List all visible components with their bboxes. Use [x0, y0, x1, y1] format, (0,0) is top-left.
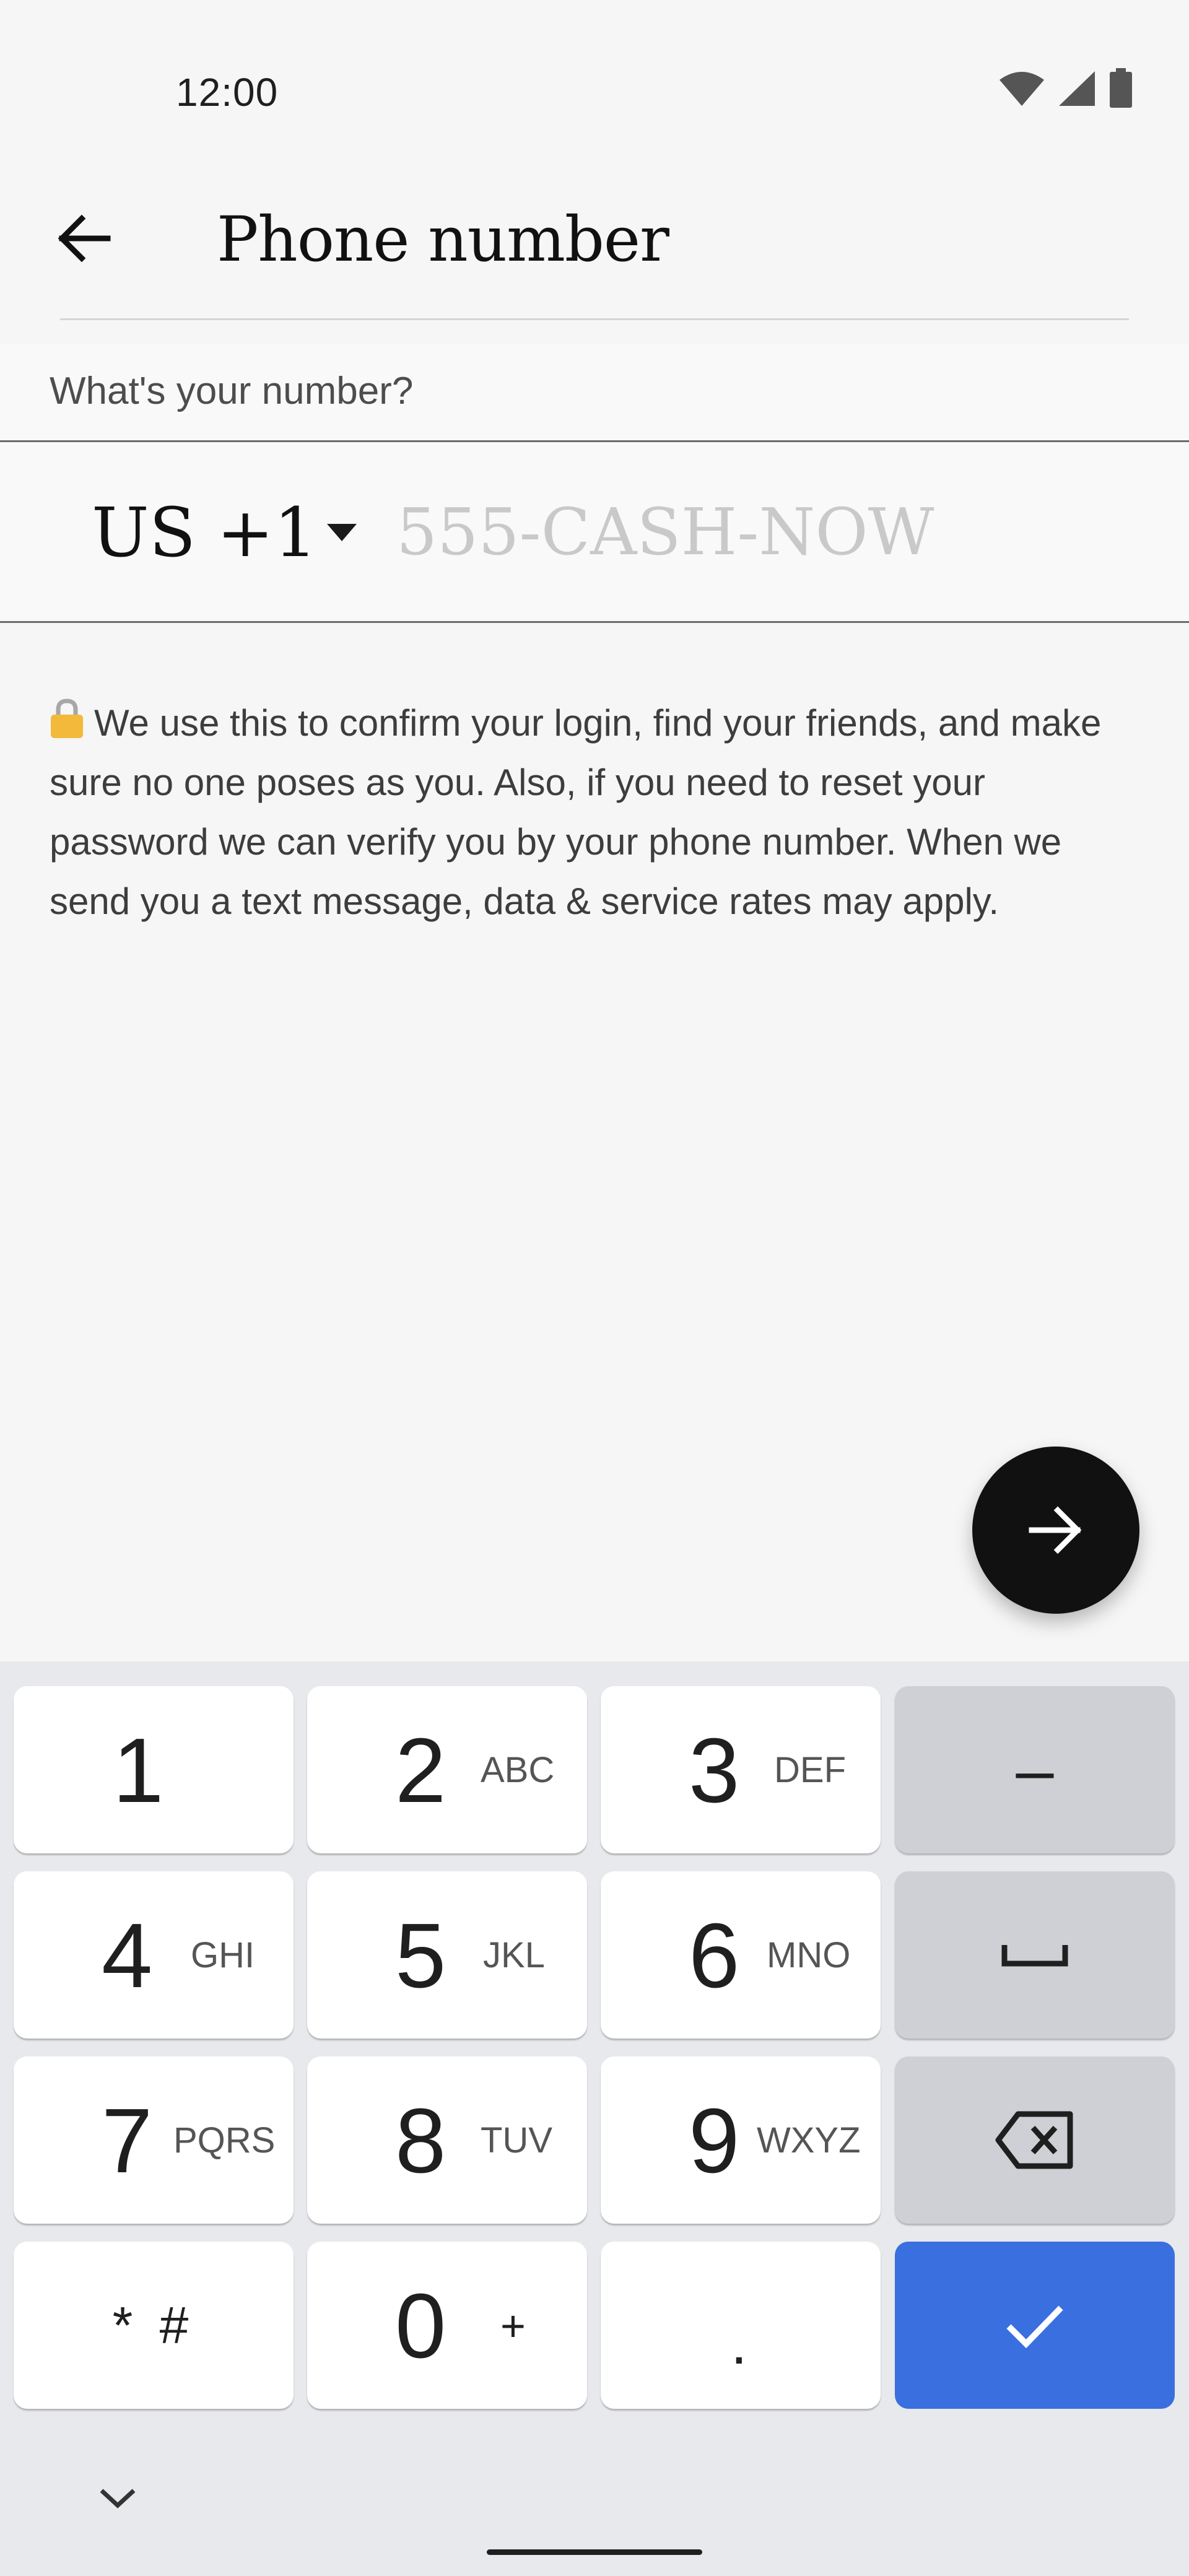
key-digit: 0: [395, 2275, 446, 2377]
key-digit: 3: [689, 1720, 740, 1822]
battery-icon: [1110, 68, 1132, 108]
dot-key[interactable]: .: [601, 2242, 881, 2409]
status-time: 12:00: [176, 70, 279, 115]
key-letters: +: [500, 2302, 526, 2350]
dial-code[interactable]: +1: [217, 493, 317, 572]
space-bar-icon: [1001, 1945, 1068, 1967]
backspace-icon: [995, 2111, 1073, 2169]
title-divider: [60, 318, 1129, 320]
key-letters: WXYZ: [757, 2120, 861, 2160]
key-letters: DEF: [774, 1750, 846, 1790]
next-button[interactable]: [972, 1447, 1139, 1614]
key-letters: MNO: [767, 1935, 851, 1975]
country-code[interactable]: US: [92, 493, 196, 572]
key-digit: 1: [113, 1720, 164, 1822]
dropdown-arrow-icon[interactable]: [324, 520, 359, 545]
phone-number-input[interactable]: [396, 485, 1139, 578]
key-letters: PQRS: [173, 2120, 276, 2160]
lock-icon: [51, 698, 83, 738]
signal-icon: [1059, 71, 1095, 106]
backspace-key[interactable]: [895, 2056, 1175, 2224]
key-letters: ABC: [481, 1750, 555, 1790]
key-6[interactable]: 6 MNO: [601, 1871, 881, 2039]
key-1[interactable]: 1: [14, 1686, 294, 1853]
home-indicator[interactable]: [487, 2549, 702, 2555]
key-letters: JKL: [483, 1935, 545, 1975]
symbols-key[interactable]: * #: [14, 2242, 294, 2409]
key-9[interactable]: 9 WXYZ: [601, 2056, 881, 2224]
section-label-row: What's your number?: [0, 344, 1189, 442]
key-digit: 9: [689, 2090, 740, 2192]
key-digit: 4: [102, 1905, 153, 2007]
key-digit: 6: [689, 1905, 740, 2007]
key-letters: TUV: [481, 2120, 552, 2160]
app-bar: Phone number: [0, 155, 1189, 341]
check-icon: [1006, 2305, 1063, 2349]
info-text-body: We use this to confirm your login, find …: [50, 702, 1102, 922]
numeric-keyboard: 1 2 ABC 3 DEF – 4 GHI 5 JKL 6 MNO 7 PQRS: [0, 1661, 1189, 2576]
key-digit: 8: [395, 2090, 446, 2192]
info-text: We use this to confirm your login, find …: [50, 694, 1152, 931]
key-letters: GHI: [191, 1935, 255, 1975]
key-5[interactable]: 5 JKL: [307, 1871, 587, 2039]
status-icons: [998, 68, 1133, 109]
key-2[interactable]: 2 ABC: [307, 1686, 587, 1853]
symbols-label: * #: [112, 2295, 195, 2354]
phone-input-row: US +1: [0, 442, 1189, 623]
key-4[interactable]: 4 GHI: [14, 1871, 294, 2039]
keyboard-collapse-icon[interactable]: [93, 2479, 142, 2517]
back-button[interactable]: [43, 198, 124, 279]
key-0[interactable]: 0 +: [307, 2242, 587, 2409]
key-7[interactable]: 7 PQRS: [14, 2056, 294, 2224]
dot-label: .: [731, 2310, 747, 2377]
key-8[interactable]: 8 TUV: [307, 2056, 587, 2224]
status-bar: 12:00: [0, 0, 1189, 155]
key-digit: 2: [395, 1720, 446, 1822]
arrow-back-icon: [58, 214, 111, 263]
section-label: What's your number?: [50, 370, 414, 412]
dash-label: –: [1016, 1731, 1054, 1808]
dash-key[interactable]: –: [895, 1686, 1175, 1853]
wifi-icon: [1000, 72, 1044, 106]
space-key[interactable]: [895, 1871, 1175, 2039]
page-title: Phone number: [217, 203, 669, 276]
arrow-forward-icon: [1029, 1506, 1082, 1554]
done-key[interactable]: [895, 2242, 1175, 2409]
key-3[interactable]: 3 DEF: [601, 1686, 881, 1853]
key-digit: 5: [395, 1905, 446, 2007]
key-digit: 7: [102, 2090, 153, 2192]
